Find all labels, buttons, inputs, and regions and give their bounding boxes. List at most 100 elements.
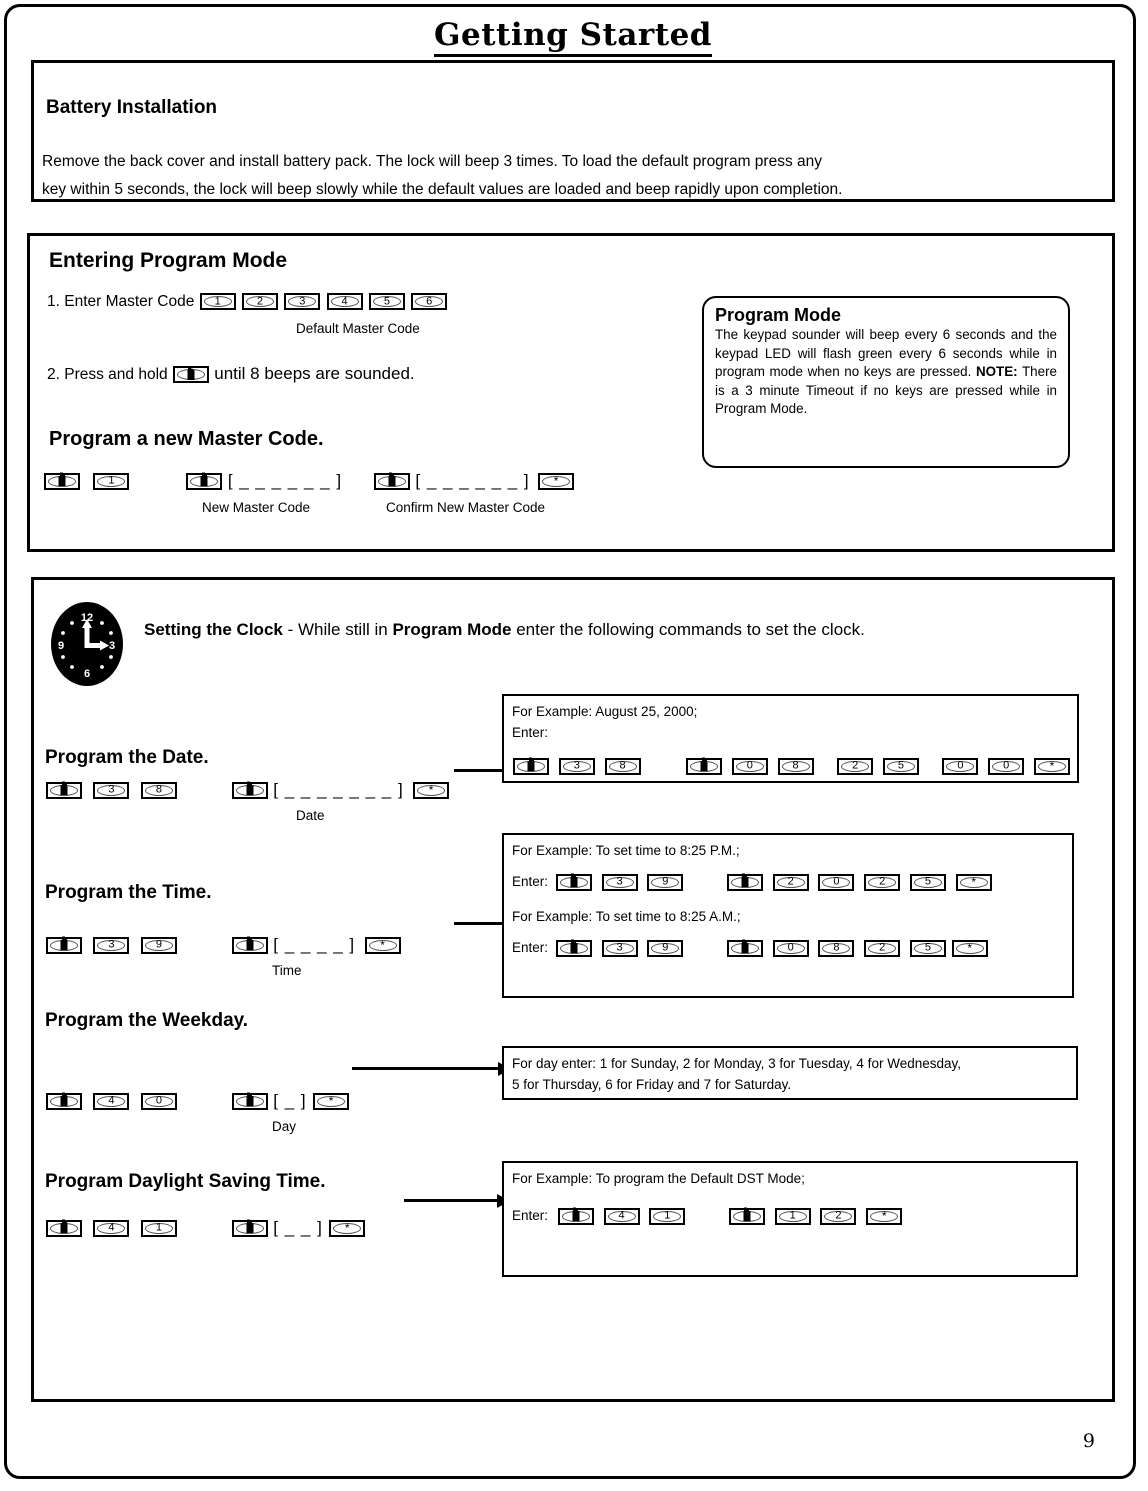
- key-3[interactable]: 3: [601, 873, 638, 891]
- dst-arrow: [404, 1193, 510, 1208]
- program-key-icon[interactable]: [686, 757, 723, 775]
- confirm-master-code-slot: [ _ _ _ _ _ _ ]: [415, 471, 530, 490]
- step-2-suffix: until 8 beeps are sounded.: [214, 364, 415, 383]
- star-key[interactable]: *: [538, 472, 575, 490]
- weekday-caption: Day: [272, 1119, 297, 1134]
- key-6[interactable]: 6: [411, 293, 448, 311]
- svg-text:9: 9: [58, 640, 64, 652]
- key-3[interactable]: 3: [93, 936, 130, 954]
- key-0[interactable]: 0: [140, 1092, 177, 1110]
- time-example2-enter: Enter:: [512, 940, 549, 955]
- key-1[interactable]: 1: [199, 293, 236, 311]
- setting-the-clock-section: 12 3 6 9 Setting the Clock - While still…: [31, 577, 1115, 1402]
- program-key-icon[interactable]: [186, 472, 223, 490]
- key-0[interactable]: 0: [772, 939, 809, 957]
- key-2[interactable]: 2: [772, 873, 809, 891]
- key-8[interactable]: 8: [140, 781, 177, 799]
- program-key-icon[interactable]: [373, 472, 410, 490]
- callout-note-label: NOTE:: [975, 364, 1018, 379]
- weekday-command-row: 4 0 [ _ ] *: [45, 1091, 350, 1111]
- star-key[interactable]: *: [313, 1092, 350, 1110]
- key-2[interactable]: 2: [837, 757, 874, 775]
- dst-example-line1: For Example: To program the Default DST …: [512, 1171, 805, 1186]
- key-0[interactable]: 0: [818, 873, 855, 891]
- battery-installation-section: Battery Installation Remove the back cov…: [31, 60, 1115, 202]
- svg-text:6: 6: [84, 668, 90, 680]
- program-key-icon[interactable]: [231, 936, 268, 954]
- program-key-icon[interactable]: [46, 936, 82, 954]
- key-5[interactable]: 5: [909, 939, 946, 957]
- program-mode-callout: Program Mode The keypad sounder will bee…: [702, 296, 1070, 468]
- key-8[interactable]: 8: [777, 757, 814, 775]
- key-9[interactable]: 9: [140, 936, 177, 954]
- key-8[interactable]: 8: [604, 757, 641, 775]
- key-0[interactable]: 0: [988, 757, 1025, 775]
- dst-example-row: Enter: 4 1 1 2 *: [512, 1205, 1068, 1226]
- key-4[interactable]: 4: [93, 1219, 130, 1237]
- key-2[interactable]: 2: [864, 939, 901, 957]
- program-key-icon[interactable]: [726, 939, 763, 957]
- weekday-example-line1: For day enter: 1 for Sunday, 2 for Monda…: [512, 1056, 961, 1071]
- program-key-icon[interactable]: [557, 1207, 594, 1225]
- key-9[interactable]: 9: [647, 873, 684, 891]
- time-example2-row: Enter: 3 9 0 8 2 5 *: [512, 937, 1064, 958]
- key-3[interactable]: 3: [558, 757, 595, 775]
- program-new-master-code-heading: Program a new Master Code.: [49, 428, 324, 450]
- key-4[interactable]: 4: [326, 293, 363, 311]
- key-2[interactable]: 2: [241, 293, 278, 311]
- key-3[interactable]: 3: [601, 939, 638, 957]
- key-3[interactable]: 3: [284, 293, 321, 311]
- program-key-icon[interactable]: [513, 757, 549, 775]
- key-5[interactable]: 5: [368, 293, 405, 311]
- key-1[interactable]: 1: [140, 1219, 177, 1237]
- key-9[interactable]: 9: [647, 939, 684, 957]
- setting-the-clock-title-bold: Setting the Clock: [144, 620, 283, 639]
- key-1[interactable]: 1: [649, 1207, 686, 1225]
- program-key-icon[interactable]: [46, 1219, 82, 1237]
- key-1[interactable]: 1: [93, 472, 130, 490]
- setting-the-clock-title: Setting the Clock - While still in Progr…: [144, 620, 865, 640]
- weekday-arrow: [352, 1061, 511, 1076]
- battery-text-line2: key within 5 seconds, the lock will beep…: [42, 181, 843, 198]
- key-4[interactable]: 4: [603, 1207, 640, 1225]
- dst-slot: [ _ _ ]: [273, 1218, 323, 1237]
- step-2-label: 2. Press and hold: [47, 366, 168, 383]
- key-5[interactable]: 5: [909, 873, 946, 891]
- key-5[interactable]: 5: [882, 757, 919, 775]
- battery-heading: Battery Installation: [46, 97, 218, 118]
- program-key-icon[interactable]: [231, 781, 268, 799]
- program-key-icon[interactable]: [231, 1219, 268, 1237]
- star-key[interactable]: *: [1033, 757, 1070, 775]
- time-slot: [ _ _ _ _ ]: [273, 935, 356, 954]
- star-key[interactable]: *: [413, 781, 450, 799]
- program-the-date-heading: Program the Date.: [45, 747, 209, 768]
- key-3[interactable]: 3: [93, 781, 130, 799]
- program-key-icon[interactable]: [46, 1092, 82, 1110]
- date-slot: [ _ _ _ _ _ _ _ ]: [273, 780, 404, 799]
- page-title: Getting Started: [7, 17, 1139, 57]
- key-1[interactable]: 1: [774, 1207, 811, 1225]
- program-key-icon[interactable]: [555, 939, 592, 957]
- date-command-row: 3 8 [ _ _ _ _ _ _ _ ] *: [45, 780, 450, 800]
- program-the-time-heading: Program the Time.: [45, 882, 212, 903]
- key-4[interactable]: 4: [93, 1092, 130, 1110]
- program-key-icon[interactable]: [555, 873, 592, 891]
- star-key[interactable]: *: [364, 936, 401, 954]
- step-2-row: 2. Press and hold until 8 beeps are soun…: [47, 364, 415, 384]
- star-key[interactable]: *: [329, 1219, 366, 1237]
- key-0[interactable]: 0: [942, 757, 979, 775]
- step-1-label: 1. Enter Master Code: [47, 293, 195, 310]
- program-key-icon[interactable]: [172, 366, 209, 384]
- key-2[interactable]: 2: [820, 1207, 857, 1225]
- program-key-icon[interactable]: [726, 873, 763, 891]
- program-key-icon[interactable]: [44, 472, 80, 490]
- key-0[interactable]: 0: [731, 757, 768, 775]
- key-2[interactable]: 2: [864, 873, 901, 891]
- star-key[interactable]: *: [955, 873, 992, 891]
- program-key-icon[interactable]: [46, 781, 82, 799]
- star-key[interactable]: *: [866, 1207, 903, 1225]
- program-key-icon[interactable]: [728, 1207, 765, 1225]
- star-key[interactable]: *: [951, 939, 988, 957]
- key-8[interactable]: 8: [818, 939, 855, 957]
- program-key-icon[interactable]: [231, 1092, 268, 1110]
